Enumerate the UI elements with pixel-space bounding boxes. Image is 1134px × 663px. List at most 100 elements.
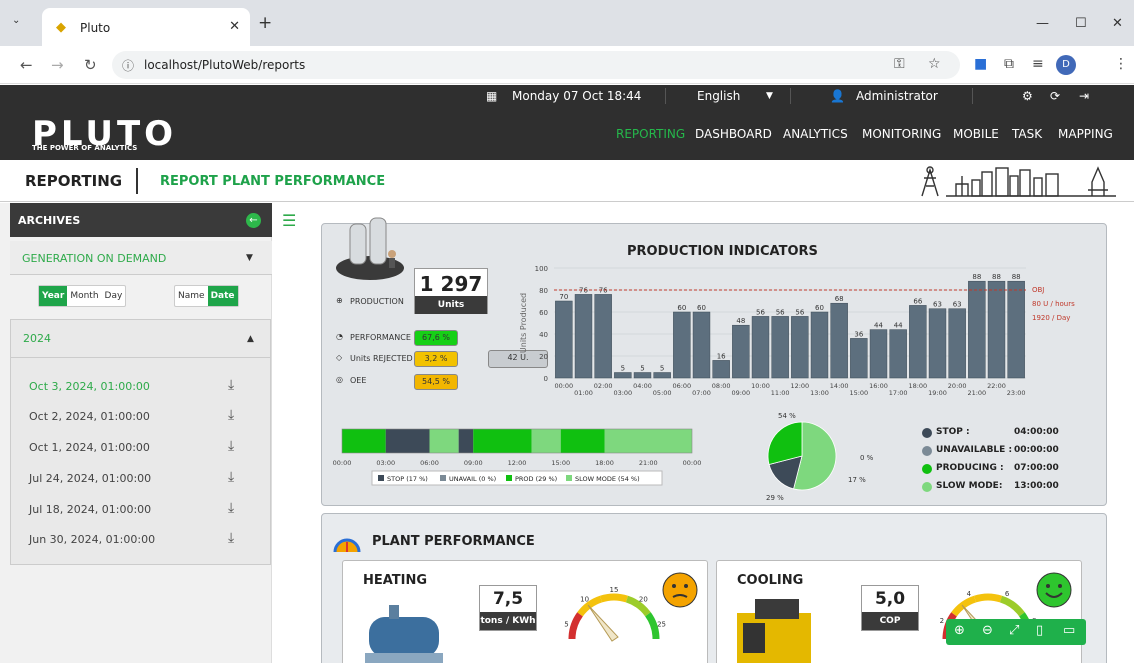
minimize-icon[interactable]: — (1036, 16, 1049, 31)
state-dot-icon (922, 482, 932, 492)
copy-icon[interactable]: ▯ (1036, 623, 1043, 638)
bar (673, 311, 691, 379)
reading-list-icon[interactable]: ≡ (1032, 56, 1044, 72)
generation-dropdown[interactable]: GENERATION ON DEMAND ▼ (10, 241, 272, 275)
state-duration: 13:00:00 (1014, 481, 1059, 491)
user-icon: 👤 (830, 89, 845, 103)
download-icon[interactable]: ⤓ (228, 500, 234, 516)
comment-icon[interactable]: ▭ (1063, 623, 1075, 638)
refresh-icon[interactable]: ⟳ (1050, 89, 1060, 103)
report-item[interactable]: Jun 30, 2024, 01:00:00 ⤓ (29, 530, 269, 550)
download-icon[interactable]: ⤓ (228, 469, 234, 485)
download-icon[interactable]: ⤓ (228, 407, 234, 423)
x-tick-label: 07:00 (692, 389, 711, 397)
state-duration: 00:00:00 (1014, 445, 1059, 455)
report-date[interactable]: Jul 18, 2024, 01:00:00 (29, 503, 151, 516)
pluto-favicon-icon: ◆ (56, 20, 66, 35)
report-item[interactable]: Jul 18, 2024, 01:00:00 ⤓ (29, 500, 269, 520)
gauge-tick-label: 25 (657, 621, 666, 629)
timeline-segment (560, 429, 605, 453)
report-item[interactable]: Oct 3, 2024, 01:00:00 ⤓ (29, 377, 269, 397)
x-tick-label: 10:00 (751, 382, 770, 390)
reload-icon[interactable]: ↻ (84, 56, 97, 74)
x-tick-label: 11:00 (771, 389, 790, 397)
list-toggle-icon[interactable]: ☰ (282, 211, 296, 230)
site-info-icon[interactable]: ⓘ (122, 57, 134, 74)
fullscreen-icon[interactable]: ⤢ (1009, 623, 1019, 638)
divider (11, 357, 270, 358)
timeline-legend-swatch (566, 475, 572, 481)
close-tab-icon[interactable]: ✕ (229, 19, 240, 34)
nav-analytics[interactable]: ANALYTICS (783, 127, 848, 141)
period-day[interactable]: Day (102, 286, 126, 306)
browser-tab[interactable]: ◆ Pluto ✕ (42, 8, 250, 46)
password-key-icon[interactable]: ⚿ (894, 56, 905, 72)
download-icon[interactable]: ⤓ (228, 438, 234, 454)
language-select[interactable]: English (697, 89, 740, 103)
cooling-value: 5,0 (874, 589, 906, 609)
forward-icon[interactable]: → (51, 56, 64, 74)
zoom-out-icon[interactable]: ⊖ (982, 623, 993, 638)
nav-mapping[interactable]: MAPPING (1058, 127, 1113, 141)
report-date[interactable]: Oct 2, 2024, 01:00:00 (29, 410, 150, 423)
report-date[interactable]: Oct 3, 2024, 01:00:00 (29, 380, 150, 393)
nav-monitoring[interactable]: MONITORING (862, 127, 941, 141)
chevron-down-icon[interactable]: ▼ (766, 91, 773, 101)
gear-icon[interactable]: ⚙ (1022, 89, 1033, 103)
chevron-up-icon[interactable]: ▲ (247, 334, 254, 344)
nav-dashboard[interactable]: DASHBOARD (695, 127, 772, 141)
bar (771, 316, 789, 379)
profile-avatar[interactable]: D (1056, 55, 1076, 75)
state-label: SLOW MODE: (936, 481, 1003, 491)
timeline-segment (429, 429, 459, 453)
sort-name[interactable]: Name (175, 286, 208, 306)
year-label[interactable]: 2024 (23, 332, 51, 345)
gauge-tick-label: 4 (967, 590, 972, 598)
tab-search-icon[interactable]: ⌄ (12, 15, 20, 26)
x-tick-label: 15:00 (849, 389, 868, 397)
extension-icon[interactable]: ■ (974, 56, 987, 72)
maximize-icon[interactable]: ☐ (1075, 16, 1087, 31)
new-tab-icon[interactable]: + (258, 13, 272, 33)
gauge-band (999, 595, 1025, 617)
period-month[interactable]: Month (67, 286, 101, 306)
report-item[interactable]: Jul 24, 2024, 01:00:00 ⤓ (29, 469, 269, 489)
url-text[interactable]: localhost/PlutoWeb/reports (144, 58, 305, 72)
oee-icon: ◎ (336, 375, 343, 384)
report-date[interactable]: Jul 24, 2024, 01:00:00 (29, 472, 151, 485)
timeline-segment (473, 429, 532, 453)
timeline-legend-label: PROD (29 %) (515, 475, 557, 483)
sort-selector: Name Date (174, 285, 239, 307)
sort-date[interactable]: Date (207, 286, 238, 306)
nav-reporting[interactable]: REPORTING (616, 127, 685, 141)
report-item[interactable]: Oct 1, 2024, 01:00:00 ⤓ (29, 438, 269, 458)
omnibox[interactable]: ⓘ localhost/PlutoWeb/reports ⚿ ☆ (112, 51, 960, 79)
bar-value-label: 88 (1012, 273, 1021, 281)
bar-value-label: 5 (621, 365, 625, 373)
back-icon[interactable]: ← (20, 56, 33, 74)
nav-mobile[interactable]: MOBILE (953, 127, 999, 141)
period-year[interactable]: Year (39, 286, 68, 306)
report-date[interactable]: Jun 30, 2024, 01:00:00 (29, 533, 155, 546)
cooling-kpi-box: 5,0 COP (861, 585, 919, 631)
user-name[interactable]: Administrator (856, 89, 938, 103)
nav-task[interactable]: TASK (1012, 127, 1042, 141)
bookmark-star-icon[interactable]: ☆ (928, 56, 941, 72)
report-date[interactable]: Oct 1, 2024, 01:00:00 (29, 441, 150, 454)
generator-image (737, 599, 811, 663)
report-item[interactable]: Oct 2, 2024, 01:00:00 ⤓ (29, 407, 269, 427)
extensions-puzzle-icon[interactable]: ⧉ (1004, 56, 1014, 72)
logout-icon[interactable]: ⇥ (1079, 89, 1089, 103)
bar-value-label: 56 (756, 308, 765, 316)
download-icon[interactable]: ⤓ (228, 530, 234, 546)
download-icon[interactable]: ⤓ (228, 377, 234, 393)
collapse-arrow-icon[interactable]: ← (246, 213, 261, 228)
city-skyline-icon (921, 166, 1116, 197)
x-tick-label: 21:00 (967, 389, 986, 397)
zoom-in-icon[interactable]: ⊕ (954, 623, 965, 638)
bar-value-label: 63 (953, 301, 962, 309)
cooling-unit: COP (862, 612, 918, 630)
close-window-icon[interactable]: ✕ (1112, 16, 1123, 31)
browser-menu-icon[interactable]: ⋮ (1114, 56, 1128, 72)
y-tick-label: 40 (539, 331, 548, 339)
